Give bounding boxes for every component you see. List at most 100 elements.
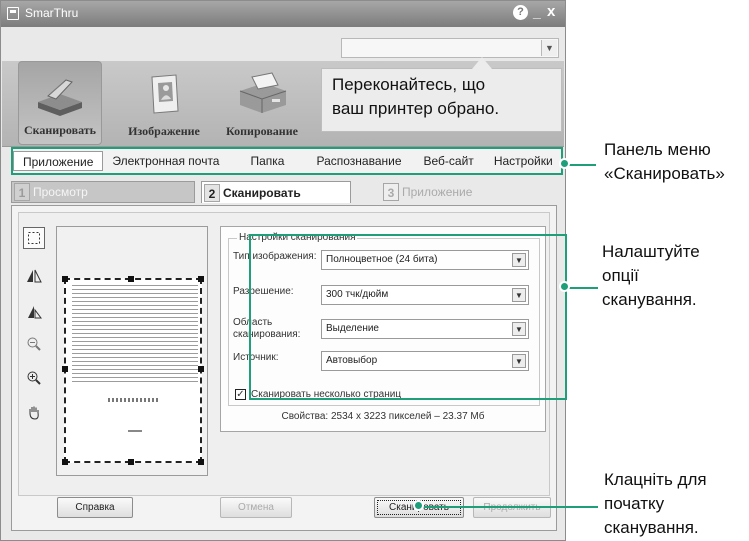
step-label: Просмотр <box>33 185 88 199</box>
menu-panel-callout-line-1: Панель меню <box>604 140 711 159</box>
top-item-scan[interactable]: Сканировать <box>18 61 102 145</box>
minimize-button[interactable]: _ <box>533 4 541 20</box>
top-item-copy-label: Копирование <box>226 124 298 138</box>
options-highlight-bottom <box>249 398 567 400</box>
smarthru-window: SmarThru ? _ x ▼ Сканировать Изображение <box>0 0 566 541</box>
chevron-down-icon[interactable]: ▼ <box>512 354 526 368</box>
menu-item-folder[interactable]: Папка <box>228 151 306 171</box>
chevron-down-icon[interactable]: ▼ <box>512 322 526 336</box>
scan-properties: Свойства: 2534 x 3223 пикселей – 23.37 М… <box>281 411 485 422</box>
selection-handle[interactable] <box>62 366 68 372</box>
document-signature-line <box>108 398 158 402</box>
flip-horizontal-icon[interactable] <box>23 265 45 287</box>
step-number: 3 <box>383 183 399 201</box>
scan-area-label-line-2: сканирования: <box>233 329 301 340</box>
chevron-down-icon[interactable]: ▼ <box>541 40 557 56</box>
options-callout-line-3: сканування. <box>602 290 697 309</box>
close-button[interactable]: x <box>547 3 555 20</box>
step-label: Сканировать <box>223 185 301 200</box>
scan-area-label: Область сканирования: <box>233 317 319 341</box>
top-item-copy[interactable]: Копирование <box>216 61 308 145</box>
preview-page[interactable] <box>62 276 204 465</box>
image-icon <box>151 74 179 114</box>
scan-preview[interactable] <box>56 226 208 476</box>
document-footer-mark <box>128 430 142 432</box>
zoom-in-icon[interactable] <box>23 367 45 389</box>
wizard-steps: 1 Просмотр 2 Сканировать 3 Приложение <box>11 181 557 205</box>
hand-pan-icon[interactable] <box>23 401 45 423</box>
top-item-scan-label: Сканировать <box>23 123 96 137</box>
help-icon[interactable]: ? <box>513 5 528 20</box>
menu-callout-dot <box>559 158 570 169</box>
scan-menu-panel: Приложение Электронная почта Папка Распо… <box>11 147 563 175</box>
cancel-button[interactable]: Отмена <box>220 497 292 518</box>
step-preview[interactable]: 1 Просмотр <box>11 181 195 203</box>
step-scan[interactable]: 2 Сканировать <box>201 181 351 203</box>
options-callout-line <box>566 287 598 289</box>
source-value: Автовыбор <box>326 355 378 366</box>
resolution-label: Разрешение: <box>233 286 294 297</box>
title-bar: SmarThru ? _ x <box>1 1 565 27</box>
menu-item-application[interactable]: Приложение <box>13 151 104 171</box>
step-number: 2 <box>204 183 220 202</box>
document-text-column <box>114 285 156 385</box>
scan-area-label-line-1: Область <box>233 317 273 328</box>
document-text-column <box>72 285 114 385</box>
step-number: 1 <box>14 183 30 201</box>
selection-handle[interactable] <box>128 276 134 282</box>
options-callout-line-1: Налаштуйте <box>602 242 700 261</box>
options-highlight-left <box>249 234 251 400</box>
rotate-icon[interactable] <box>23 301 45 323</box>
app-icon <box>7 7 19 20</box>
scan-settings-panel: Настройки сканирования Тип изображения: … <box>220 226 546 432</box>
document-text-column <box>156 285 198 385</box>
selection-handle[interactable] <box>198 276 204 282</box>
menu-panel-callout: Панель меню «Сканировать» <box>604 138 725 186</box>
step-application[interactable]: 3 Приложение <box>383 181 495 203</box>
printer-tooltip: Переконайтесь, що ваш принтер обрано. <box>321 57 562 132</box>
menu-panel-callout-line-2: «Сканировать» <box>604 164 725 183</box>
menu-item-settings[interactable]: Настройки <box>486 151 561 171</box>
step-label: Приложение <box>402 185 473 199</box>
source-select[interactable]: Автовыбор ▼ <box>321 351 529 371</box>
scan-callout-dot <box>413 500 424 511</box>
window-title: SmarThru <box>25 6 79 20</box>
options-callout: Налаштуйте опції сканування. <box>602 240 700 312</box>
selection-handle[interactable] <box>198 366 204 372</box>
menu-item-ocr[interactable]: Распознавание <box>306 151 411 171</box>
selection-handle[interactable] <box>62 276 68 282</box>
copier-icon <box>239 72 287 113</box>
menu-item-website[interactable]: Веб-сайт <box>412 151 486 171</box>
printer-select[interactable]: ▼ <box>341 38 559 58</box>
resolution-value: 300 тчк/дюйм <box>326 289 389 300</box>
checkbox-check-icon[interactable]: ✓ <box>235 389 246 400</box>
scanner-icon <box>38 79 82 116</box>
help-button[interactable]: Справка <box>57 497 133 518</box>
scan-area-select[interactable]: Выделение ▼ <box>321 319 529 339</box>
menu-item-email[interactable]: Электронная почта <box>103 151 228 171</box>
selection-handle[interactable] <box>62 459 68 465</box>
selection-handle[interactable] <box>198 459 204 465</box>
select-area-icon[interactable] <box>23 227 45 249</box>
scan-area-value: Выделение <box>326 323 379 334</box>
scan-callout-line <box>420 506 598 508</box>
selection-handle[interactable] <box>128 459 134 465</box>
top-item-image-label: Изображение <box>128 124 200 138</box>
start-scan-callout-line-3: сканування. <box>604 518 699 537</box>
start-scan-callout: Клацніть для початку сканування. <box>604 468 707 540</box>
tooltip-line-2: ваш принтер обрано. <box>332 99 500 118</box>
menu-callout-line <box>566 164 596 166</box>
image-type-select[interactable]: Полноцветное (24 бита) ▼ <box>321 250 529 270</box>
options-callout-dot <box>559 281 570 292</box>
options-highlight-top <box>249 234 567 236</box>
chevron-down-icon[interactable]: ▼ <box>512 288 526 302</box>
image-type-label: Тип изображения: <box>233 251 317 262</box>
zoom-out-icon[interactable] <box>23 333 45 355</box>
chevron-down-icon[interactable]: ▼ <box>512 253 526 267</box>
source-label: Источник: <box>233 352 279 363</box>
resolution-select[interactable]: 300 тчк/дюйм ▼ <box>321 285 529 305</box>
options-callout-line-2: опції <box>602 266 639 285</box>
start-scan-callout-line-2: початку <box>604 494 665 513</box>
scan-settings-group: Настройки сканирования Тип изображения: … <box>228 232 540 406</box>
top-item-image[interactable]: Изображение <box>118 61 210 145</box>
